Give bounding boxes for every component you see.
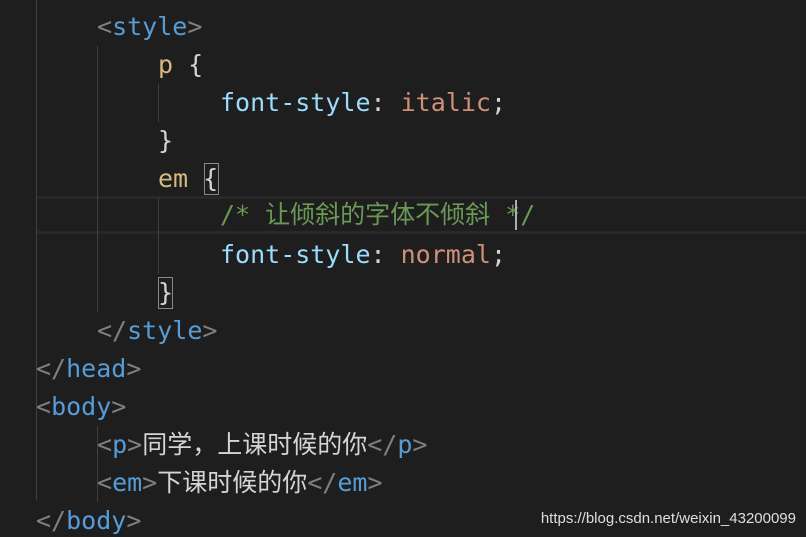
code-tag-name: em (112, 468, 143, 497)
code-line[interactable]: </head> (36, 350, 141, 388)
code-brace: } (158, 126, 174, 155)
code-punctuation: </ (36, 506, 67, 535)
code-line[interactable]: <body> (36, 388, 126, 426)
code-punctuation: < (97, 12, 113, 41)
code-line[interactable]: } (158, 122, 173, 160)
code-line[interactable]: <p>同学，上课时候的你</p> (97, 426, 427, 464)
text-cursor (515, 200, 517, 230)
code-text: 下课时候的你 (157, 468, 308, 497)
code-line[interactable]: font-style: italic; (220, 84, 506, 122)
code-tag-name: body (66, 506, 127, 535)
code-punctuation: > (126, 354, 142, 383)
code-punctuation: </ (36, 354, 67, 383)
bracket-match-close (158, 277, 173, 309)
code-line[interactable]: <style> (97, 8, 202, 46)
bracket-match-open (204, 163, 219, 195)
code-punctuation: > (142, 468, 158, 497)
code-tag-name: body (51, 392, 112, 421)
code-text: 同学，上课时候的你 (142, 430, 368, 459)
code-punctuation: </ (307, 468, 338, 497)
code-line[interactable]: /* 让倾斜的字体不倾斜 */ (220, 196, 535, 234)
code-line[interactable]: font-style: normal; (220, 236, 506, 274)
code-punctuation: > (412, 430, 428, 459)
code-punctuation: < (97, 430, 113, 459)
code-property: font-style (220, 88, 371, 117)
code-punctuation: </ (97, 316, 128, 345)
code-punctuation: > (127, 430, 143, 459)
code-punctuation: > (202, 316, 218, 345)
code-line[interactable]: <em>下课时候的你</em> (97, 464, 383, 502)
code-brace: { (173, 50, 204, 79)
code-punctuation: > (111, 392, 127, 421)
code-punctuation: < (97, 468, 113, 497)
code-line[interactable]: </body> (36, 502, 141, 537)
code-punctuation: > (187, 12, 203, 41)
code-tag-name: style (127, 316, 203, 345)
code-line[interactable]: </style> (97, 312, 217, 350)
code-punctuation: > (367, 468, 383, 497)
code-text: : (370, 240, 401, 269)
code-text: ; (490, 88, 506, 117)
indent-guide (158, 84, 159, 122)
code-line[interactable]: p { (158, 46, 203, 84)
code-selector: p (158, 50, 174, 79)
watermark: https://blog.csdn.net/weixin_43200099 (540, 510, 796, 527)
indent-guide (158, 198, 159, 274)
code-text: ; (490, 240, 506, 269)
code-property: font-style (220, 240, 371, 269)
code-tag-name: style (112, 12, 188, 41)
code-tag-name: p (112, 430, 128, 459)
code-punctuation: < (36, 392, 52, 421)
code-text: : (370, 88, 401, 117)
indent-guide (97, 46, 98, 312)
code-value: italic (400, 88, 491, 117)
code-selector: em (158, 164, 189, 193)
code-tag-name: em (337, 468, 368, 497)
code-tag-name: p (397, 430, 413, 459)
code-value: normal (400, 240, 491, 269)
code-editor[interactable]: <style> p { font-style: italic; } em { /… (0, 0, 806, 537)
code-punctuation: > (126, 506, 142, 535)
code-punctuation: </ (367, 430, 398, 459)
code-comment: /* 让倾斜的字体不倾斜 */ (220, 200, 536, 229)
code-tag-name: head (66, 354, 127, 383)
